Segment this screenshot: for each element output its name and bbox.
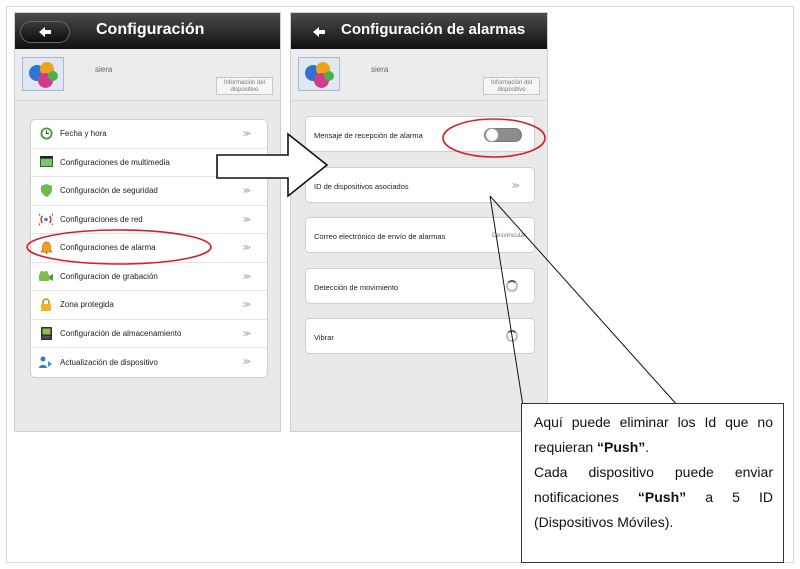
storage-icon bbox=[39, 326, 53, 340]
page-title: Configuración de alarmas bbox=[341, 21, 526, 38]
menu-item-storage[interactable]: Configuración de almacenamiento ≫ bbox=[31, 320, 267, 348]
video-icon bbox=[39, 155, 53, 169]
back-arrow-icon bbox=[313, 27, 325, 37]
alarm-settings-screen: Configuración de alarmas siera Informaci… bbox=[290, 12, 548, 432]
menu-item-recording[interactable]: Configuracion de grabación ≫ bbox=[31, 263, 267, 291]
menu-item-multimedia[interactable]: Configuraciones de multimedia bbox=[31, 149, 267, 177]
settings-menu: Fecha y hora ≫ Configuraciones de multim… bbox=[30, 119, 268, 378]
alarm-email-row[interactable]: Correo electrónico de envío de alarmas D… bbox=[305, 217, 535, 253]
user-bar: siera Información del dispositivo bbox=[15, 49, 280, 101]
menu-item-security[interactable]: Configuración de seguridad ≫ bbox=[31, 177, 267, 206]
username: siera bbox=[371, 65, 389, 74]
back-button[interactable] bbox=[301, 21, 337, 43]
menu-item-date-time[interactable]: Fecha y hora ≫ bbox=[31, 120, 267, 149]
unlink-link[interactable]: Desvincular bbox=[492, 232, 526, 239]
device-info-button[interactable]: Información del dispositivo bbox=[216, 77, 273, 95]
wifi-icon bbox=[39, 212, 53, 226]
loading-spinner-icon bbox=[506, 279, 518, 292]
settings-screen: Configuración siera Información del disp… bbox=[14, 12, 281, 432]
menu-item-network[interactable]: Configuraciones de red ≫ bbox=[31, 206, 267, 234]
callout-note: Aquí puede eliminar los Id que no requie… bbox=[521, 403, 784, 563]
back-arrow-icon bbox=[39, 27, 51, 37]
clock-icon bbox=[39, 127, 53, 141]
lock-icon bbox=[39, 298, 53, 312]
alarm-settings-list: Mensaje de recepción de alarma ID de dis… bbox=[305, 116, 535, 369]
chevron-right-icon: ≫ bbox=[242, 243, 251, 252]
update-icon bbox=[39, 355, 53, 369]
avatar bbox=[22, 57, 64, 91]
user-bar: siera Información del dispositivo bbox=[291, 49, 547, 101]
callout-paragraph-1: Aquí puede eliminar los Id que no requie… bbox=[534, 414, 773, 455]
vibrate-row[interactable]: Vibrar bbox=[305, 318, 535, 354]
chevron-right-icon: ≫ bbox=[242, 129, 251, 138]
settings-titlebar: Configuración bbox=[15, 13, 280, 49]
chevron-right-icon: ≫ bbox=[242, 214, 251, 224]
associated-devices-row[interactable]: ID de dispositivos asociados ≫ bbox=[305, 166, 535, 203]
chevron-right-icon: ≫ bbox=[242, 300, 251, 309]
alarm-message-row: Mensaje de recepción de alarma bbox=[305, 116, 535, 152]
device-info-button[interactable]: Información del dispositivo bbox=[483, 77, 540, 95]
menu-item-alarm[interactable]: Configuraciones de alarma ≫ bbox=[31, 234, 267, 263]
camera-icon bbox=[39, 269, 53, 283]
menu-item-protected-zone[interactable]: Zona protegida ≫ bbox=[31, 291, 267, 320]
motion-detection-row[interactable]: Detección de movimiento bbox=[305, 267, 535, 304]
callout-paragraph-2: Cada dispositivo puede enviar notificaci… bbox=[534, 464, 773, 530]
chevron-right-icon: ≫ bbox=[242, 186, 251, 195]
menu-item-device-update[interactable]: Actualización de dispositivo ≫ bbox=[31, 348, 267, 377]
page-title: Configuración bbox=[96, 21, 205, 38]
alarm-titlebar: Configuración de alarmas bbox=[291, 13, 547, 49]
chevron-right-icon: ≫ bbox=[242, 271, 251, 281]
avatar bbox=[298, 57, 340, 91]
toggle-knob bbox=[485, 128, 499, 142]
loading-spinner-icon bbox=[506, 330, 518, 342]
shield-icon bbox=[39, 184, 53, 198]
username: siera bbox=[95, 65, 113, 74]
bell-icon bbox=[39, 241, 53, 255]
alarm-message-toggle[interactable] bbox=[484, 128, 522, 142]
chevron-right-icon: ≫ bbox=[242, 328, 251, 338]
back-button[interactable] bbox=[20, 21, 70, 43]
chevron-right-icon: ≫ bbox=[511, 180, 520, 190]
chevron-right-icon: ≫ bbox=[242, 357, 251, 366]
